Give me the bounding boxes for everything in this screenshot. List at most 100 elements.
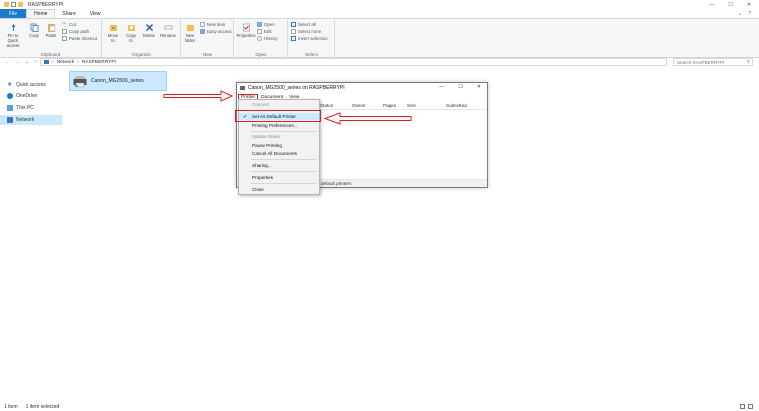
history-icon	[257, 36, 262, 41]
search-icon: ⚲	[746, 59, 750, 64]
column-pages[interactable]: Pages	[383, 103, 396, 108]
edit-icon	[257, 29, 262, 34]
window-title-bar: RASPBERRYPI — ☐ ✕	[0, 0, 759, 9]
select-all-button[interactable]: Select all	[291, 22, 316, 27]
search-input[interactable]: Search RASPBERRYPI ⚲	[673, 58, 753, 66]
column-submitted[interactable]: Submitted	[446, 103, 467, 108]
printer-queue-title: Canon_MG2500_series on RASPBERRYPI	[248, 84, 345, 91]
maximize-button[interactable]: ☐	[728, 2, 732, 8]
delete-icon	[144, 22, 154, 32]
menu-item-pause-printing[interactable]: Pause Printing	[239, 142, 319, 149]
new-item-button[interactable]: New item	[200, 22, 225, 27]
tab-share[interactable]: Share	[55, 9, 82, 18]
select-none-button[interactable]: Select none	[291, 29, 321, 34]
paste-button[interactable]: Paste	[44, 22, 58, 38]
menu-separator	[251, 183, 317, 184]
address-path[interactable]: › Network › RASPBERRYPI	[40, 58, 667, 66]
printer-share-label: Canon_MG2500_series	[91, 78, 144, 84]
dialog-minimize-button[interactable]: —	[439, 84, 444, 90]
column-size[interactable]: Size	[407, 103, 416, 108]
printer-icon	[73, 76, 87, 88]
arrow-to-printer-menu	[163, 90, 234, 102]
close-button[interactable]: ✕	[747, 2, 751, 8]
set-default-highlight-box	[235, 110, 321, 122]
details-view-icon[interactable]	[740, 404, 745, 409]
queue-status-text: default printers	[321, 181, 352, 186]
forward-icon[interactable]: →	[15, 59, 20, 65]
tab-home[interactable]: Home	[26, 9, 56, 18]
open-group: Properties Open Edit History Open	[235, 19, 288, 58]
properties-button[interactable]: Properties	[236, 22, 256, 38]
cloud-icon	[7, 93, 13, 99]
menu-item-properties[interactable]: Properties	[239, 174, 319, 181]
scissors-icon: ✂	[62, 21, 67, 27]
help-icon[interactable]: ?	[748, 11, 751, 17]
select-group: Select all Select none Invert selection …	[289, 19, 335, 58]
back-icon[interactable]: ←	[5, 59, 10, 65]
recent-locations-icon[interactable]: ⌄	[25, 59, 29, 65]
paste-shortcut-button[interactable]: Paste shortcut	[62, 36, 97, 41]
pin-icon	[8, 22, 18, 32]
move-to-icon	[108, 22, 118, 32]
breadcrumb-network[interactable]: Network	[57, 60, 75, 65]
ribbon-expand-icon[interactable]: ⌄	[738, 11, 742, 17]
up-icon[interactable]: ↑	[34, 59, 37, 65]
network-small-icon	[44, 60, 49, 64]
computer-icon	[7, 105, 13, 111]
select-all-icon	[291, 22, 296, 27]
copy-to-button[interactable]: Copy to	[124, 22, 138, 43]
copy-to-icon	[126, 22, 136, 32]
save-icon[interactable]	[4, 2, 9, 7]
item-count: 1 item	[4, 403, 18, 410]
breadcrumb-raspberrypi[interactable]: RASPBERRYPI	[82, 60, 116, 65]
quick-access-toolbar	[4, 2, 23, 7]
open-button[interactable]: Open	[257, 22, 275, 27]
pin-quick-access-button[interactable]: Pin to Quick access	[3, 22, 23, 48]
address-bar-row: ← → ⌄ ↑ › Network › RASPBERRYPI Search R…	[0, 57, 759, 67]
network-icon	[7, 117, 13, 123]
tab-view[interactable]: View	[83, 9, 108, 18]
nav-this-pc[interactable]: This PC	[0, 103, 62, 113]
copy-path-button[interactable]: Copy path	[62, 29, 89, 34]
easy-access-button[interactable]: Easy access	[200, 29, 232, 34]
menu-item-connect[interactable]: Connect	[239, 101, 319, 108]
ribbon: Pin to Quick access Copy Paste ✂ Cut Cop…	[0, 18, 759, 58]
nav-onedrive[interactable]: OneDrive	[0, 91, 62, 101]
window-title: RASPBERRYPI	[28, 1, 64, 8]
menu-item-close[interactable]: Close	[239, 186, 319, 193]
selected-count: 1 item selected	[25, 403, 60, 410]
large-icons-view-icon[interactable]	[748, 404, 753, 409]
paste-icon	[46, 22, 56, 32]
new-item-icon	[200, 22, 205, 27]
nav-quick-access[interactable]: ★ Quick access	[0, 80, 62, 90]
nav-network[interactable]: Network	[0, 115, 62, 125]
menu-item-printing-preferences[interactable]: Printing Preferences...	[239, 122, 319, 129]
printer-share-item[interactable]: Canon_MG2500_series	[69, 71, 167, 91]
dialog-maximize-button[interactable]: ☐	[458, 84, 462, 90]
menu-item-sharing[interactable]: Sharing...	[239, 162, 319, 169]
invert-selection-button[interactable]: Invert selection	[291, 36, 328, 41]
column-owner[interactable]: Owner	[352, 103, 366, 108]
rename-button[interactable]: Rename	[160, 22, 176, 38]
menu-item-cancel-all-documents[interactable]: Cancel All Documents	[239, 150, 319, 157]
new-folder-button[interactable]: New folder	[183, 22, 197, 43]
delete-button[interactable]: Delete	[142, 22, 156, 38]
menu-separator	[251, 159, 317, 160]
copy-path-icon	[62, 29, 67, 34]
minimize-button[interactable]: —	[709, 2, 714, 8]
dialog-close-button[interactable]: ✕	[477, 84, 481, 90]
open-icon	[257, 22, 262, 27]
menu-separator	[251, 171, 317, 172]
copy-button[interactable]: Copy	[27, 22, 41, 38]
tab-file[interactable]: File	[0, 9, 27, 18]
menu-item-update-driver[interactable]: Update Driver	[239, 133, 319, 140]
cut-button[interactable]: ✂ Cut	[62, 21, 76, 28]
menu-separator	[251, 131, 317, 132]
move-to-button[interactable]: Move to	[106, 22, 120, 43]
column-status[interactable]: Status	[320, 103, 333, 108]
undo-icon[interactable]	[11, 2, 16, 7]
paste-shortcut-icon	[62, 36, 67, 41]
edit-button[interactable]: Edit	[257, 29, 272, 34]
history-button[interactable]: History	[257, 36, 278, 41]
printer-title-icon	[240, 85, 245, 90]
